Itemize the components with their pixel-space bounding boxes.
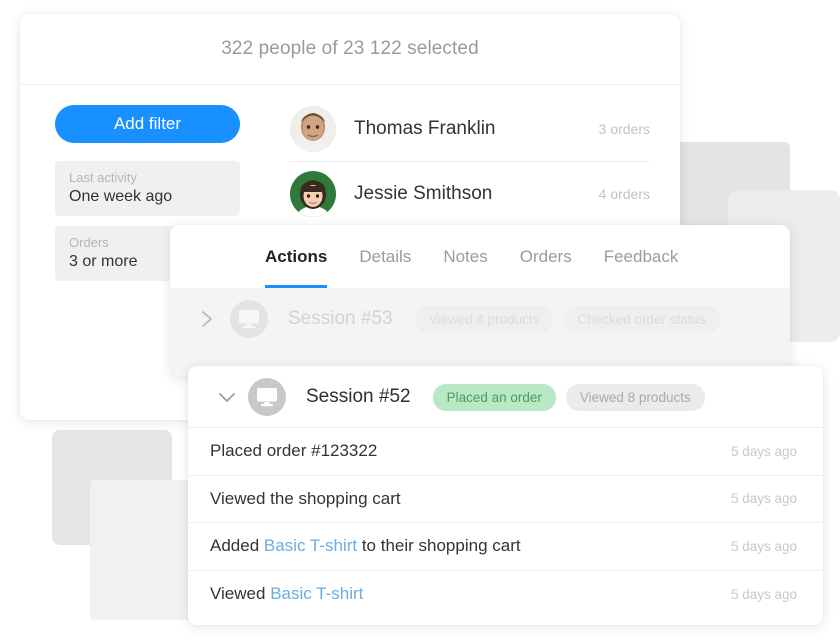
- session-title: Session #53: [288, 308, 393, 329]
- list-item: Viewed Basic T-shirt 5 days ago: [188, 571, 823, 619]
- list-item: Placed order #123322 5 days ago: [188, 428, 823, 476]
- tab-notes[interactable]: Notes: [443, 225, 487, 288]
- tab-feedback[interactable]: Feedback: [604, 225, 679, 288]
- person-order-count: 4 orders: [598, 186, 650, 202]
- tab-bar: Actions Details Notes Orders Feedback: [170, 225, 790, 288]
- filter-label: Last activity: [69, 170, 137, 185]
- session-list: Session #53 Viewed 4 products Checked or…: [170, 288, 790, 377]
- activity-timestamp: 5 days ago: [730, 443, 797, 459]
- activity-timestamp: 5 days ago: [730, 586, 797, 602]
- list-item: Viewed the shopping cart 5 days ago: [188, 476, 823, 523]
- activity-prefix: Placed order #123322: [210, 441, 378, 461]
- desktop-icon: [230, 300, 268, 338]
- filter-chip-last-activity[interactable]: Last activity One week ago: [55, 161, 240, 216]
- person-name: Thomas Franklin: [354, 118, 496, 139]
- activity-description: Placed order #123322: [210, 441, 731, 461]
- activity-prefix: Viewed: [210, 584, 271, 604]
- status-badge[interactable]: Viewed 8 products: [565, 383, 705, 411]
- status-badge[interactable]: Checked order status: [563, 305, 720, 333]
- session-detail-card: Session #52 Placed an order Viewed 8 pro…: [188, 366, 823, 625]
- activity-timestamp: 5 days ago: [730, 538, 797, 554]
- background-plate: [90, 480, 200, 620]
- status-badge[interactable]: Viewed 4 products: [414, 305, 554, 333]
- activity-list: Placed order #123322 5 days ago Viewed t…: [188, 428, 823, 618]
- activity-description: Added Basic T-shirt to their shopping ca…: [210, 536, 731, 556]
- session-row-collapsed[interactable]: Session #53 Viewed 4 products Checked or…: [170, 288, 790, 350]
- tab-orders[interactable]: Orders: [520, 225, 572, 288]
- session-detail-header: Session #52 Placed an order Viewed 8 pro…: [188, 366, 823, 428]
- list-item[interactable]: Thomas Franklin 3 orders: [290, 97, 650, 162]
- chevron-right-icon[interactable]: [200, 310, 216, 328]
- person-order-count: 3 orders: [598, 121, 650, 137]
- session-row-expanded[interactable]: Session #52 Placed an order Viewed 8 pro…: [188, 366, 823, 428]
- activity-prefix: Added: [210, 536, 264, 556]
- list-item: Added Basic T-shirt to their shopping ca…: [188, 523, 823, 571]
- add-filter-button[interactable]: Add filter: [55, 105, 240, 143]
- chevron-down-icon[interactable]: [218, 390, 235, 404]
- people-card-header: 322 people of 23 122 selected: [20, 14, 680, 85]
- activity-suffix: to their shopping cart: [357, 536, 521, 556]
- activity-description: Viewed Basic T-shirt: [210, 584, 731, 604]
- person-name: Jessie Smithson: [354, 183, 493, 204]
- product-link[interactable]: Basic T-shirt: [270, 584, 363, 603]
- actions-panel-card: Actions Details Notes Orders Feedback Se…: [170, 225, 790, 377]
- filter-value: One week ago: [69, 188, 173, 205]
- session-title: Session #52: [306, 386, 411, 407]
- tab-details[interactable]: Details: [359, 225, 411, 288]
- avatar: [290, 171, 336, 217]
- selection-summary-text: 322 people of 23 122 selected: [221, 38, 479, 59]
- activity-prefix: Viewed the shopping cart: [210, 488, 401, 508]
- list-item[interactable]: Jessie Smithson 4 orders: [290, 162, 650, 227]
- avatar: [290, 106, 336, 152]
- screenshot-stage: 322 people of 23 122 selected Add filter…: [0, 0, 840, 641]
- activity-timestamp: 5 days ago: [730, 491, 797, 507]
- desktop-icon: [248, 378, 286, 416]
- status-badge-placed-order[interactable]: Placed an order: [432, 383, 556, 411]
- activity-description: Viewed the shopping cart: [210, 489, 731, 509]
- tab-actions[interactable]: Actions: [265, 225, 328, 288]
- product-link[interactable]: Basic T-shirt: [264, 536, 357, 555]
